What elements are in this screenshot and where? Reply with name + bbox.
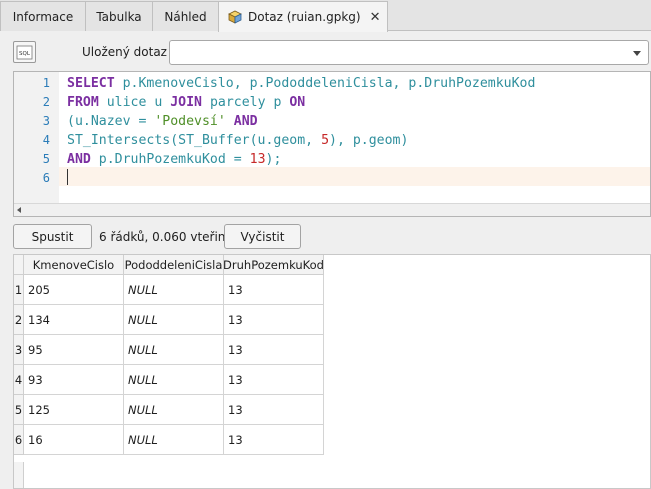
code-token: 13 [249,152,266,167]
table-cell[interactable]: 13 [224,395,324,425]
line-number: 3 [42,114,50,128]
code-line: ST_Intersects(ST_Buffer(u.geom, 5), p.ge… [67,131,408,150]
sql-icon: SQL [16,45,33,59]
line-number: 6 [42,171,50,185]
code-token: 5 [321,133,330,148]
svg-text:SQL: SQL [19,51,31,57]
table-cell[interactable]: 13 [224,425,324,455]
table-cell[interactable]: 134 [24,305,124,335]
close-icon[interactable]: ✕ [370,10,381,25]
code-token: SELECT [67,76,115,91]
code-token: ST_Intersects(ST_Buffer(u.geom, [67,133,322,148]
column-header[interactable]: PododdeleniCisla [124,255,224,275]
table-cell[interactable]: 13 [224,275,324,305]
tab-dotaz[interactable]: Dotaz (ruian.gpkg) ✕ [218,1,388,32]
row-header[interactable]: 3 [14,335,24,365]
table-cell[interactable]: 205 [24,275,124,305]
column-header[interactable]: KmenoveCislo [24,255,124,275]
column-header[interactable]: DruhPozemkuKod [224,255,324,275]
table-cell[interactable]: NULL [124,365,224,395]
code-token: FROM [67,95,99,110]
table-cell[interactable]: NULL [124,335,224,365]
scroll-left-arrow-icon[interactable] [17,207,21,213]
row-header[interactable]: 2 [14,305,24,335]
line-number: 4 [42,133,50,147]
code-line: (u.Nazev = 'Podevsí' AND [67,112,258,131]
run-button[interactable]: Spustit [13,224,92,249]
code-token: 'Podevsí' [154,114,226,129]
tab-nahled[interactable]: Náhled [152,1,219,31]
tab-label: Dotaz (ruian.gpkg) [248,10,361,24]
line-number: 5 [42,152,50,166]
table-cell[interactable]: 95 [24,335,124,365]
clear-button[interactable]: Vyčistit [224,224,301,249]
code-token: parcely p [202,95,290,110]
code-token: AND [67,152,91,167]
code-line: SELECT p.KmenoveCislo, p.PododdeleniCisl… [67,74,535,93]
row-header-strip [14,462,24,488]
code-token: JOIN [170,95,202,110]
line-number: 2 [42,95,50,109]
row-header[interactable]: 6 [14,425,24,455]
row-header[interactable]: 4 [14,365,24,395]
table-cell[interactable]: 125 [24,395,124,425]
results-table: KmenoveCislo PododdeleniCisla DruhPozemkuK… [13,254,651,489]
line-number: 1 [42,76,50,90]
code-line: AND p.DruhPozemkuKod = 13); [67,150,281,169]
table-cell[interactable]: NULL [124,395,224,425]
code-token: ), p.geom) [329,133,409,148]
table-cell[interactable]: NULL [124,275,224,305]
tab-label: Náhled [164,9,207,24]
row-header[interactable]: 5 [14,395,24,425]
tab-informace[interactable]: Informace [0,1,86,31]
code-token: (u.Nazev = [67,114,155,129]
tab-bar: Informace Tabulka Náhled Dotaz (ruian.gp… [0,0,651,32]
current-line-highlight [59,167,650,186]
chevron-down-icon [633,51,641,56]
sql-editor[interactable]: 1 2 3 4 5 6 SELECT p.KmenoveCislo, p.Pododdel… [13,71,651,217]
code-token: p.KmenoveCislo, p.PododdeleniCisla, p.Dr… [114,76,536,91]
table-cell[interactable]: 93 [24,365,124,395]
tab-tabulka[interactable]: Tabulka [85,1,153,31]
database-query-icon [227,10,243,24]
tab-label: Tabulka [96,9,142,24]
code-token: AND [233,114,258,129]
table-cell[interactable]: 13 [224,305,324,335]
corner-header[interactable] [14,255,24,275]
horizontal-scrollbar[interactable] [14,203,650,216]
table-cell[interactable]: 16 [24,425,124,455]
saved-query-label: Uložený dotaz [82,45,167,59]
code-token: ON [289,95,306,110]
clear-button-label: Vyčistit [240,229,285,244]
text-cursor [67,169,68,185]
row-header[interactable]: 1 [14,275,24,305]
code-token: ); [265,152,282,167]
table-cell[interactable]: NULL [124,425,224,455]
query-status: 6 řádků, 0.060 vteřin [99,230,226,244]
tab-label: Informace [12,9,74,24]
saved-query-dropdown[interactable] [169,40,649,65]
code-token: ulice u [98,95,171,110]
code-line: FROM ulice u JOIN parcely p ON [67,93,305,112]
sql-file-button[interactable]: SQL [13,41,36,63]
table-cell[interactable]: 13 [224,335,324,365]
table-cell[interactable]: 13 [224,365,324,395]
table-cell[interactable]: NULL [124,305,224,335]
code-token: p.DruhPozemkuKod = [90,152,250,167]
